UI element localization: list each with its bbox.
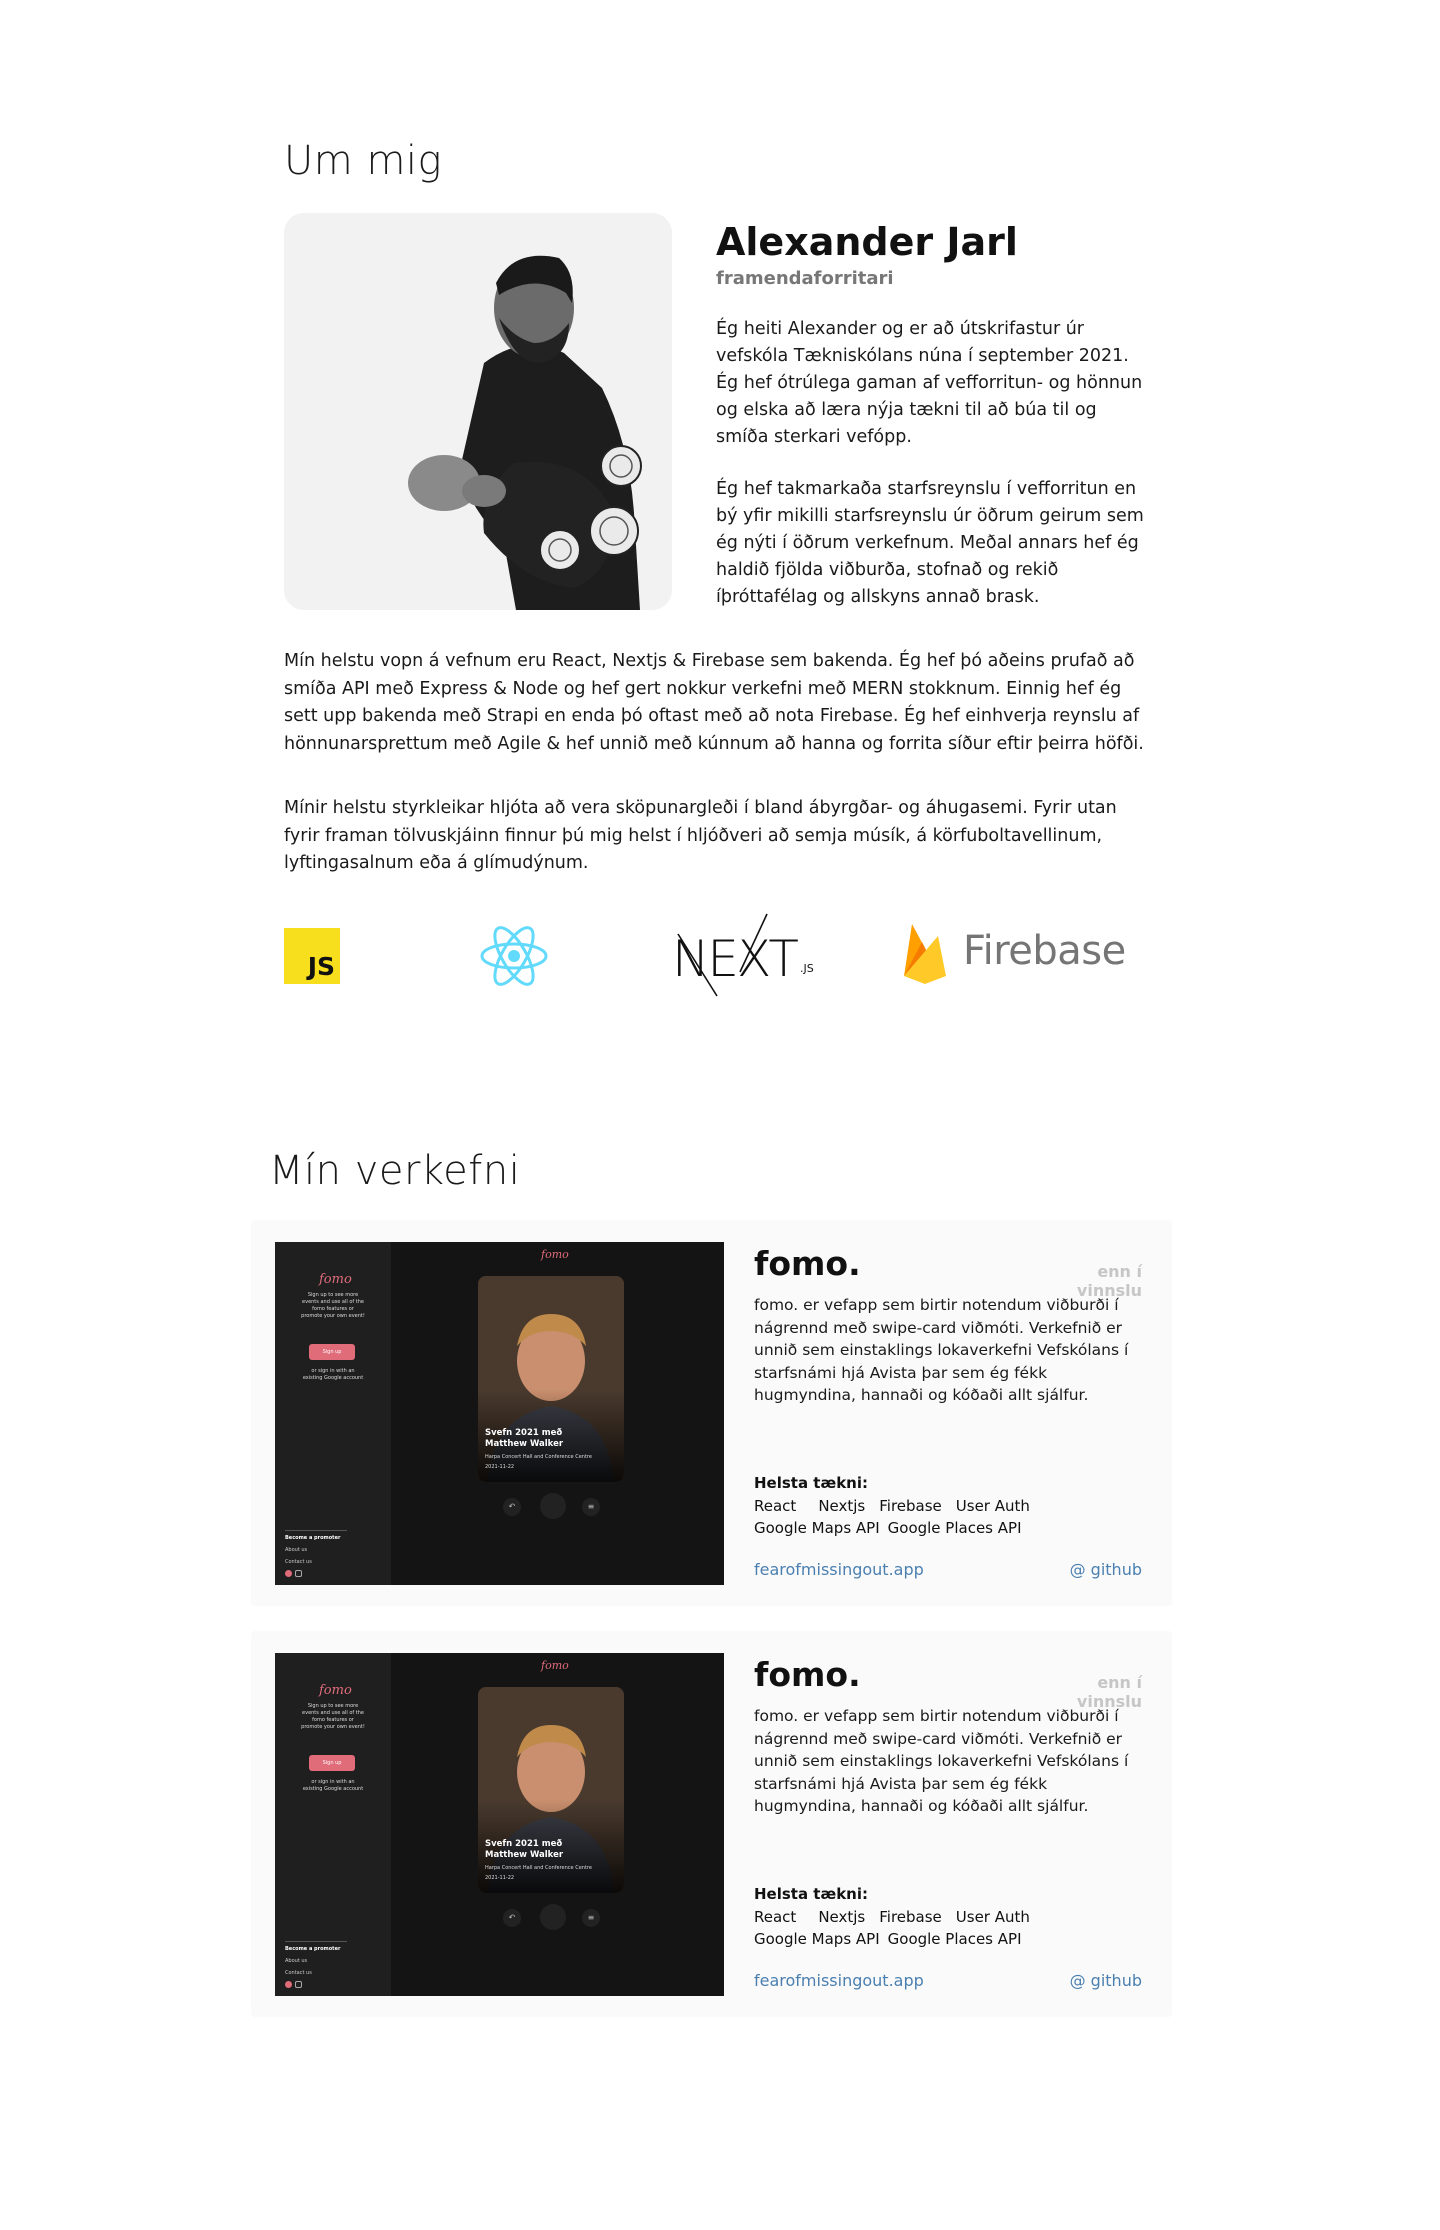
strengths-paragraph: Mínir helstu styrkleikar hljóta að vera …: [284, 798, 1117, 873]
fomo-menu-1: Become a promoter: [285, 1946, 341, 1952]
event-card-venue: Harpa Concert Hall and Conference Centre: [485, 1865, 592, 1871]
fomo-menu-3: Contact us: [285, 1970, 312, 1976]
nextjs-logo-suffix: .JS: [800, 962, 814, 975]
project-site-link[interactable]: fearofmissingout.app: [754, 1971, 924, 1990]
tech-item: Google Places API: [887, 1519, 1022, 1537]
instagram-icon: [295, 1570, 302, 1577]
firebase-flame-icon: [904, 924, 946, 984]
firebase-logo-text: Firebase: [963, 928, 1126, 974]
event-card-date: 2021-11-22: [485, 1464, 515, 1470]
facebook-icon: [285, 1570, 292, 1577]
project-card: fomo Sign up to see more events and use …: [251, 1631, 1172, 2017]
nextjs-logo-text: NEXT: [672, 930, 799, 988]
tech-list-row-1: React Nextjs Firebase User Auth: [754, 1497, 1044, 1515]
details-icon: [540, 1493, 566, 1519]
fomo-event-card: Svefn 2021 með Matthew Walker Harpa Conc…: [478, 1687, 624, 1893]
tech-heading: Helsta tækni:: [754, 1474, 868, 1492]
event-card-date: 2021-11-22: [485, 1875, 515, 1881]
fomo-sidebar-logo: fomo: [319, 1683, 352, 1698]
event-card-title: Svefn 2021 með Matthew Walker: [485, 1839, 564, 1860]
bio-paragraph-2: Ég hef takmarkaða starfsreynslu í veffor…: [716, 479, 1144, 607]
fomo-sidebar: fomo Sign up to see more events and use …: [275, 1653, 391, 1996]
tech-item: Nextjs: [818, 1497, 866, 1515]
tech-item: User Auth: [955, 1908, 1030, 1926]
menu-icon: ≡: [582, 1909, 600, 1927]
about-heading: Um mig: [284, 138, 443, 184]
menu-icon: ≡: [582, 1498, 600, 1516]
fomo-signup-button: Sign up: [309, 1344, 355, 1360]
fomo-signin-text: or sign in with an existing Google accou…: [302, 1779, 364, 1792]
fomo-sidebar-divider: [285, 1530, 347, 1531]
facebook-icon: [285, 1981, 292, 1988]
fomo-menu-3: Contact us: [285, 1559, 312, 1565]
project-github-link[interactable]: @ github: [1051, 1560, 1142, 1579]
undo-icon: ↶: [503, 1909, 521, 1927]
tech-item: Nextjs: [818, 1908, 866, 1926]
project-description: fomo. er vefapp sem birtir notendum viðb…: [754, 1707, 1129, 1815]
project-github-link[interactable]: @ github: [1051, 1971, 1142, 1990]
projects-heading: Mín verkefni: [269, 1148, 521, 1194]
event-card-title: Svefn 2021 með Matthew Walker: [485, 1428, 564, 1449]
tech-item: Google Places API: [887, 1930, 1022, 1948]
javascript-logo-text: JS: [307, 952, 335, 981]
tech-item: User Auth: [955, 1497, 1030, 1515]
react-logo-icon: [480, 926, 548, 986]
project-card: fomo Sign up to see more events and use …: [251, 1220, 1172, 1606]
fomo-event-card: Svefn 2021 með Matthew Walker Harpa Conc…: [478, 1276, 624, 1482]
fomo-sidebar-text: Sign up to see more events and use all o…: [301, 1292, 365, 1319]
tech-item: Firebase: [879, 1497, 942, 1515]
tech-heading: Helsta tækni:: [754, 1885, 868, 1903]
fomo-signup-button: Sign up: [309, 1755, 355, 1771]
tech-item: React: [754, 1497, 797, 1515]
tech-item: React: [754, 1908, 797, 1926]
fomo-menu-2: About us: [285, 1958, 308, 1964]
fomo-sidebar-text: Sign up to see more events and use all o…: [301, 1703, 365, 1730]
tech-list-row-2: Google Maps API Google Places API: [754, 1930, 1036, 1948]
fomo-sidebar: fomo Sign up to see more events and use …: [275, 1242, 391, 1585]
person-illustration: [284, 213, 672, 610]
fomo-signin-text: or sign in with an existing Google accou…: [302, 1368, 364, 1381]
fomo-menu-1: Become a promoter: [285, 1535, 341, 1541]
tech-item: Firebase: [879, 1908, 942, 1926]
firebase-logo-icon: Firebase: [900, 918, 1140, 988]
tech-list-row-2: Google Maps API Google Places API: [754, 1519, 1036, 1537]
project-title: fomo.: [754, 1655, 861, 1694]
portrait-photo: [284, 213, 672, 610]
tech-list-row-1: React Nextjs Firebase User Auth: [754, 1908, 1044, 1926]
project-screenshot: fomo Sign up to see more events and use …: [275, 1242, 724, 1585]
project-screenshot: fomo Sign up to see more events and use …: [275, 1653, 724, 1996]
fomo-sidebar-divider: [285, 1941, 347, 1942]
project-title: fomo.: [754, 1244, 861, 1283]
project-site-link[interactable]: fearofmissingout.app: [754, 1560, 924, 1579]
tech-item: Google Maps API: [754, 1930, 880, 1948]
fomo-header-logo: fomo: [541, 1248, 569, 1261]
bio-paragraph-1: Ég heiti Alexander og er að útskrifastur…: [716, 319, 1143, 447]
project-description: fomo. er vefapp sem birtir notendum viðb…: [754, 1296, 1129, 1404]
details-icon: [540, 1904, 566, 1930]
undo-icon: ↶: [503, 1498, 521, 1516]
fomo-menu-2: About us: [285, 1547, 308, 1553]
fomo-sidebar-logo: fomo: [319, 1272, 352, 1287]
javascript-logo-icon: JS: [284, 928, 340, 984]
event-portrait-illustration: [478, 1687, 624, 1893]
skills-paragraph: Mín helstu vopn á vefnum eru React, Next…: [284, 651, 1144, 754]
tech-item: Google Maps API: [754, 1519, 880, 1537]
instagram-icon: [295, 1981, 302, 1988]
profile-name: Alexander Jarl: [716, 220, 1018, 264]
profile-role: framendaforritari: [716, 268, 894, 289]
fomo-header-logo: fomo: [541, 1659, 569, 1672]
event-card-venue: Harpa Concert Hall and Conference Centre: [485, 1454, 592, 1460]
nextjs-logo-icon: NEXT .JS: [670, 912, 820, 1002]
event-portrait-illustration: [478, 1276, 624, 1482]
